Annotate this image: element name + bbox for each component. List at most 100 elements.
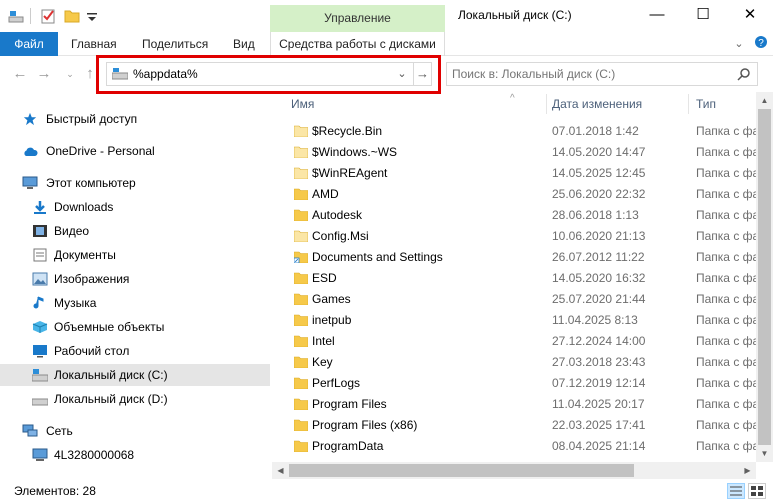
scroll-up-icon[interactable]: ▲ xyxy=(756,92,773,109)
ribbon-tabs: Файл Главная Поделиться Вид Средства раб… xyxy=(0,32,773,56)
chevron-down-icon[interactable]: ⌄ xyxy=(730,35,748,53)
back-arrow-icon[interactable]: ← xyxy=(10,64,30,84)
file-row[interactable]: PerfLogs 07.12.2019 12:14 Папка с фа xyxy=(278,373,756,394)
nav-item-downloads[interactable]: Downloads xyxy=(0,196,270,218)
nav-item-network[interactable]: Сеть xyxy=(0,420,270,442)
file-row[interactable]: Config.Msi 10.06.2020 21:13 Папка с фа xyxy=(278,226,756,247)
nav-item-quick-access[interactable]: Быстрый доступ xyxy=(0,108,270,130)
scroll-left-icon[interactable]: ◀ xyxy=(272,462,289,479)
nav-item-3d-objects[interactable]: Объемные объекты xyxy=(0,316,270,338)
large-icons-view-icon[interactable] xyxy=(748,483,766,499)
nav-item-pictures[interactable]: Изображения xyxy=(0,268,270,290)
file-name: Games xyxy=(312,292,351,306)
file-row[interactable]: Program Files (x86) 22.03.2025 17:41 Папка… xyxy=(278,415,756,436)
nav-label: Документы xyxy=(54,248,116,262)
desktop-icon xyxy=(33,345,47,358)
computer-icon xyxy=(22,176,38,189)
nav-item-this-pc[interactable]: Этот компьютер xyxy=(0,172,270,194)
file-type: Папка с фа xyxy=(696,208,756,222)
file-row[interactable]: ProgramData 08.04.2025 21:14 Папка с фа xyxy=(278,436,756,457)
properties-icon[interactable] xyxy=(40,8,56,24)
folder-icon xyxy=(294,356,308,368)
column-divider[interactable] xyxy=(546,94,547,114)
tab-file[interactable]: Файл xyxy=(0,32,58,56)
file-name: ProgramData xyxy=(312,439,384,453)
column-header-date[interactable]: Дата изменения xyxy=(552,92,642,116)
forward-arrow-icon[interactable]: → xyxy=(34,64,54,84)
tab-view[interactable]: Вид xyxy=(233,32,255,56)
window-title: Локальный диск (C:) xyxy=(458,8,572,22)
drive-icon xyxy=(8,11,24,23)
file-date: 25.06.2020 22:32 xyxy=(552,187,646,201)
file-type: Папка с фа xyxy=(696,313,756,327)
nav-item-documents[interactable]: Документы xyxy=(0,244,270,266)
horizontal-scroll-thumb[interactable] xyxy=(289,464,634,477)
vertical-scrollbar[interactable]: ▲ ▼ xyxy=(756,92,773,462)
file-row[interactable]: Intel 27.12.2024 14:00 Папка с фа xyxy=(278,331,756,352)
vertical-scroll-thumb[interactable] xyxy=(758,109,771,445)
cloud-icon xyxy=(24,147,38,156)
music-icon xyxy=(33,296,44,309)
title-bar: Управление Локальный диск (C:) — ☐ ✕ xyxy=(0,0,773,32)
file-row[interactable]: AMD 25.06.2020 22:32 Папка с фа xyxy=(278,184,756,205)
file-row[interactable]: inetpub 11.04.2025 8:13 Папка с фа xyxy=(278,310,756,331)
nav-item-drive-d[interactable]: Локальный диск (D:) xyxy=(0,388,270,410)
customize-toolbar-icon[interactable] xyxy=(84,8,100,24)
file-type: Папка с фа xyxy=(696,397,756,411)
search-box[interactable] xyxy=(446,62,758,86)
file-date: 07.01.2018 1:42 xyxy=(552,124,639,138)
file-row[interactable]: $Windows.~WS 14.05.2020 14:47 Папка с фа xyxy=(278,142,756,163)
file-name: $WinREAgent xyxy=(312,166,388,180)
nav-item-onedrive[interactable]: OneDrive - Personal xyxy=(0,140,270,162)
search-icon[interactable] xyxy=(737,67,751,81)
nav-item-desktop[interactable]: Рабочий стол xyxy=(0,340,270,362)
maximize-button[interactable]: ☐ xyxy=(680,0,726,32)
scroll-down-icon[interactable]: ▼ xyxy=(756,445,773,462)
horizontal-scrollbar[interactable]: ◀ ▶ xyxy=(272,462,756,479)
column-header-type[interactable]: Тип xyxy=(696,92,716,116)
new-folder-icon[interactable] xyxy=(64,8,80,24)
file-row[interactable]: Games 25.07.2020 21:44 Папка с фа xyxy=(278,289,756,310)
file-name: Documents and Settings xyxy=(312,250,443,264)
file-date: 14.05.2020 16:32 xyxy=(552,271,646,285)
nav-label: Изображения xyxy=(54,272,130,286)
nav-item-videos[interactable]: Видео xyxy=(0,220,270,242)
folder-icon xyxy=(294,167,308,179)
column-divider[interactable] xyxy=(688,94,689,114)
minimize-button[interactable]: — xyxy=(634,0,680,32)
nav-item-drive-c[interactable]: Локальный диск (C:) xyxy=(0,364,270,386)
file-type: Папка с фа xyxy=(696,418,756,432)
file-row[interactable]: Key 27.03.2018 23:43 Папка с фа xyxy=(278,352,756,373)
folder-icon xyxy=(294,251,308,263)
file-row[interactable]: $WinREAgent 14.05.2025 12:45 Папка с фа xyxy=(278,163,756,184)
file-date: 27.12.2024 14:00 xyxy=(552,334,646,348)
file-date: 14.05.2025 12:45 xyxy=(552,166,646,180)
nav-item-music[interactable]: Музыка xyxy=(0,292,270,314)
help-icon[interactable]: ? xyxy=(752,35,770,53)
nav-label: Downloads xyxy=(54,200,114,214)
file-row[interactable]: ESD 14.05.2020 16:32 Папка с фа xyxy=(278,268,756,289)
close-button[interactable]: ✕ xyxy=(727,0,773,32)
file-row[interactable]: Program Files 11.04.2025 20:17 Папка с фа xyxy=(278,394,756,415)
nav-label: Объемные объекты xyxy=(54,320,165,334)
folder-icon xyxy=(294,293,308,305)
search-input[interactable] xyxy=(452,66,732,82)
tab-home[interactable]: Главная xyxy=(71,32,117,56)
file-name: Program Files xyxy=(312,397,387,411)
file-name: AMD xyxy=(312,187,339,201)
column-header-name[interactable]: Имя xyxy=(291,92,314,116)
tab-share[interactable]: Поделиться xyxy=(142,32,208,56)
folder-icon xyxy=(294,419,308,431)
file-row[interactable]: Autodesk 28.06.2018 1:13 Папка с фа xyxy=(278,205,756,226)
video-icon xyxy=(33,225,47,237)
tab-drive-tools[interactable]: Средства работы с дисками xyxy=(270,32,445,56)
file-name: ESD xyxy=(312,271,337,285)
scroll-right-icon[interactable]: ▶ xyxy=(739,462,756,479)
file-row[interactable]: Documents and Settings 26.07.2012 11:22 Па… xyxy=(278,247,756,268)
file-row[interactable]: $Recycle.Bin 07.01.2018 1:42 Папка с фа xyxy=(278,121,756,142)
recent-locations-icon[interactable]: ⌄ xyxy=(60,64,80,84)
folder-icon xyxy=(294,377,308,389)
drive-d-icon xyxy=(32,398,48,406)
details-view-icon[interactable] xyxy=(727,483,745,499)
nav-item-network-computer[interactable]: 4L3280000068 xyxy=(0,444,270,466)
